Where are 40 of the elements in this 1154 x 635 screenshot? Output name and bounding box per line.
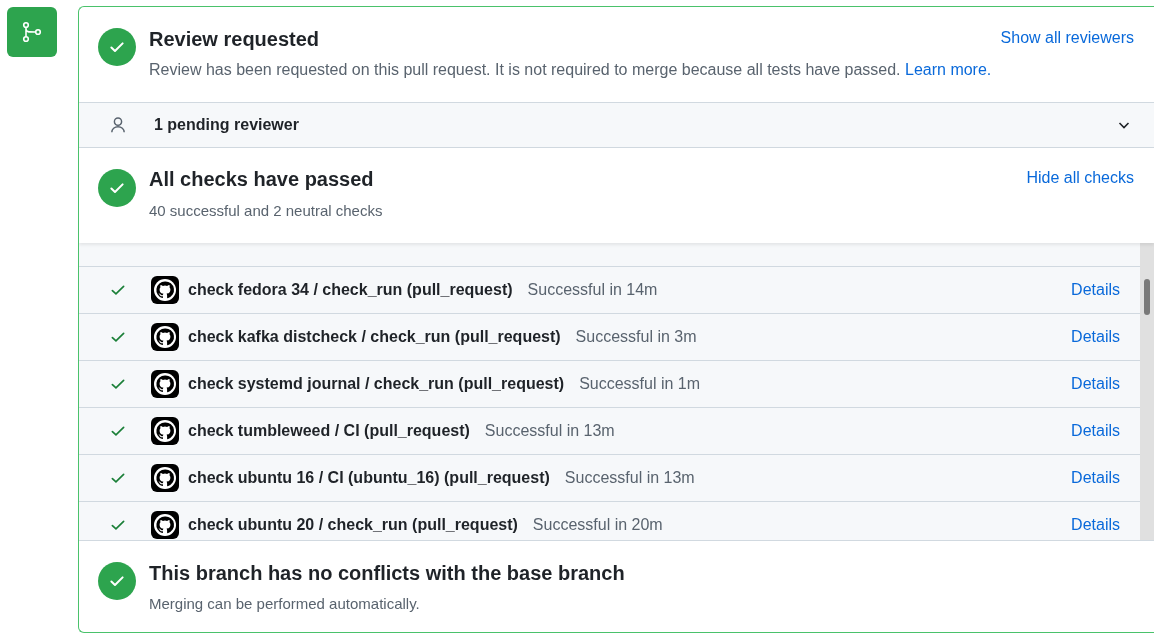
checks-summary: 40 successful and 2 neutral checks [149, 201, 384, 221]
check-status: Successful in 20m [532, 515, 664, 535]
github-logo-icon [151, 323, 179, 351]
learn-more-link[interactable]: Learn more. [905, 61, 992, 78]
hide-checks-link[interactable]: Hide all checks [1026, 166, 1134, 194]
check-name: check tumbleweed / CI (pull_request) [188, 421, 470, 441]
github-logo-icon [151, 370, 179, 398]
check-name: check ubuntu 20 / check_run (pull_request) [188, 515, 518, 535]
success-check-icon [98, 562, 136, 600]
check-name: check fedora 34 / check_run (pull_request) [188, 280, 513, 300]
pending-reviewer-label: 1 pending reviewer [154, 115, 300, 135]
details-link[interactable]: Details [1071, 513, 1120, 537]
check-status: Successful in 3m [575, 327, 698, 347]
check-status: Successful in 13m [484, 421, 616, 441]
check-status: Successful in 1m [579, 374, 702, 394]
scrollbar[interactable] [1140, 243, 1154, 540]
section-title: Review requested [149, 27, 320, 52]
check-name: check systemd journal / check_run (pull_request) [188, 374, 565, 394]
section-title: All checks have passed [149, 167, 374, 192]
github-logo-icon [151, 417, 179, 445]
details-link[interactable]: Details [1071, 466, 1120, 490]
details-link[interactable]: Details [1071, 419, 1120, 443]
success-check-icon [98, 169, 136, 207]
section-title: This branch has no conflicts with the base branch [149, 561, 626, 586]
details-link[interactable]: Details [1071, 372, 1120, 396]
pending-reviewer-row[interactable]: 1 pending reviewer [79, 102, 1154, 148]
review-description: Review has been requested on this pull request. It is not required to merge because all tests have passed. Learn more. [149, 60, 993, 80]
person-icon [109, 116, 127, 134]
success-check-icon [98, 28, 136, 66]
branch-icon [7, 7, 57, 57]
check-name: check kafka distcheck / check_run (pull_request) [188, 327, 561, 347]
show-reviewers-link[interactable]: Show all reviewers [1000, 26, 1134, 54]
details-link[interactable]: Details [1071, 325, 1120, 349]
check-status: Successful in 14m [527, 280, 659, 300]
merge-description: Merging can be performed automatically. [149, 594, 421, 614]
check-status: Successful in 13m [564, 468, 696, 488]
github-logo-icon [151, 276, 179, 304]
details-link[interactable]: Details [1071, 278, 1120, 302]
github-logo-icon [151, 464, 179, 492]
check-name: check ubuntu 16 / CI (ubuntu_16) (pull_request) [188, 468, 550, 488]
